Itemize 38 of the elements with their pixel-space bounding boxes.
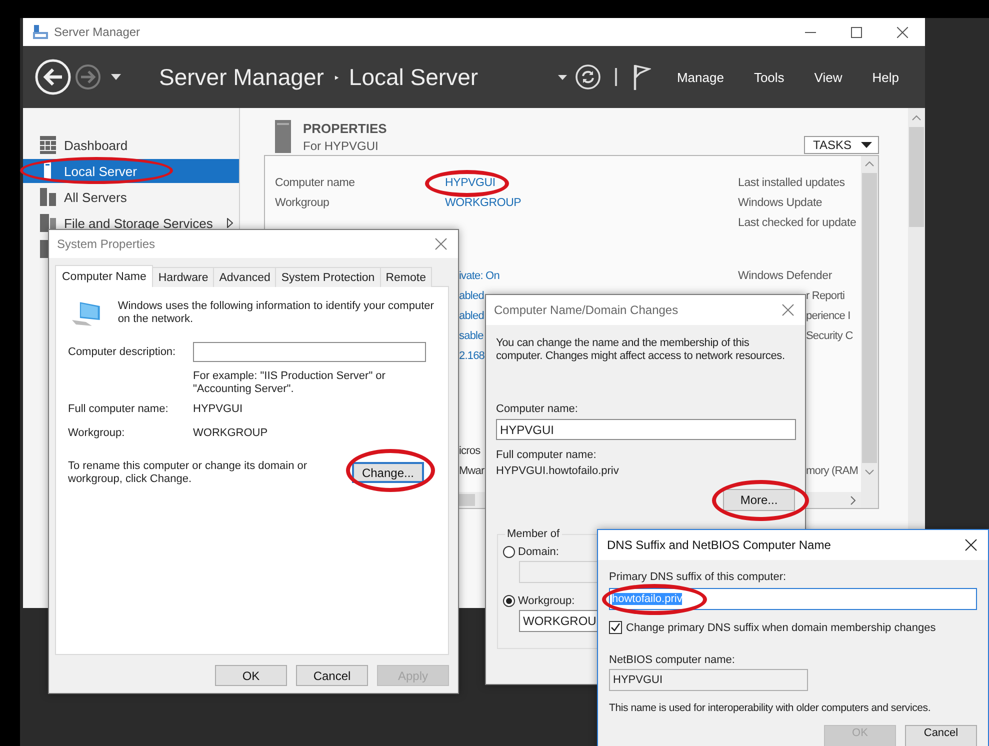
field-label: Full computer name: bbox=[68, 402, 170, 416]
dialog-title: System Properties bbox=[57, 237, 156, 251]
section-title: PROPERTIES bbox=[303, 121, 387, 136]
info-text: This name is used for interoperability with older computers and services. bbox=[609, 701, 931, 715]
field-value: HYPVGUI bbox=[193, 402, 243, 416]
property-label: r Reporti bbox=[806, 290, 845, 302]
group-title: Member of bbox=[506, 528, 561, 540]
property-value: Mwar bbox=[459, 465, 484, 477]
dialog-title: Computer Name/Domain Changes bbox=[494, 303, 678, 317]
property-label: Workgroup bbox=[275, 197, 330, 209]
hint-text: For example: "IIS Production Server" or "Accounting Server". bbox=[193, 370, 386, 396]
property-value: icros bbox=[459, 445, 480, 457]
property-label: Windows Defender bbox=[738, 270, 832, 282]
field-label: Computer name: bbox=[496, 402, 578, 416]
window-title: Server Manager bbox=[54, 25, 140, 39]
property-label: Last installed updates bbox=[738, 177, 845, 189]
property-label: Last checked for update bbox=[738, 217, 856, 229]
radio-label: Workgroup: bbox=[518, 595, 575, 607]
radio-label: Domain: bbox=[518, 546, 559, 558]
property-label: Security C bbox=[806, 330, 853, 342]
property-label: Computer name bbox=[275, 177, 355, 189]
info-text: You can change the name and the membership of this computer. Changes might affect access to network resources. bbox=[496, 337, 786, 363]
section-subtitle: For HYPVGUI bbox=[303, 139, 380, 153]
property-label: Windows Update bbox=[738, 197, 822, 209]
info-text: Windows uses the following information to identify your computer on the network. bbox=[118, 300, 435, 326]
field-label: Workgroup: bbox=[68, 426, 126, 440]
property-label: mory (RAM bbox=[806, 465, 858, 477]
field-value: HYPVGUI.howtofailo.priv bbox=[496, 464, 619, 478]
field-label: Computer description: bbox=[68, 346, 177, 358]
field-label: Primary DNS suffix of this computer: bbox=[609, 570, 786, 584]
property-label: perience I bbox=[806, 310, 850, 322]
info-text: To rename this computer or change its domain or workgroup, click Change. bbox=[68, 460, 308, 486]
checkbox-label: Change primary DNS suffix when domain membership changes bbox=[626, 622, 936, 634]
field-label: Full computer name: bbox=[496, 448, 596, 462]
field-label: NetBIOS computer name: bbox=[609, 653, 735, 667]
field-value: WORKGROUP bbox=[193, 426, 268, 440]
breadcrumb-separator: ‣ bbox=[334, 68, 339, 86]
dialog-title: DNS Suffix and NetBIOS Computer Name bbox=[607, 538, 831, 552]
